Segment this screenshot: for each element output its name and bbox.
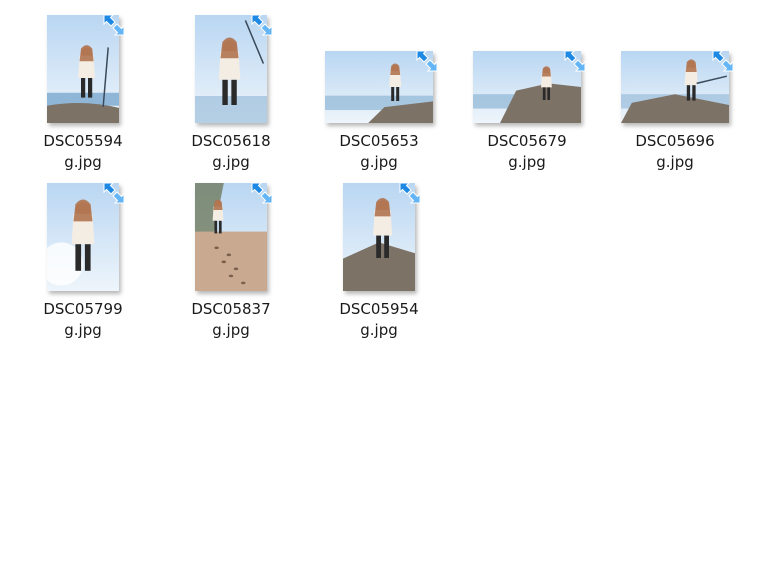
file-item[interactable]: DSC05679 g.jpg [462, 12, 592, 174]
thumbnail-area [314, 12, 444, 124]
thumbnail-area [462, 12, 592, 124]
file-item[interactable]: DSC05837 g.jpg [166, 180, 296, 342]
file-name-line: g.jpg [212, 321, 250, 339]
file-item[interactable]: DSC05799 g.jpg [18, 180, 148, 342]
thumbnail-area [18, 12, 148, 124]
thumbnail-area [166, 180, 296, 292]
file-name-line: DSC05679 [487, 132, 567, 150]
shortcut-arrow-icon [249, 180, 275, 206]
thumbnail-area [18, 180, 148, 292]
file-item[interactable]: DSC05653 g.jpg [314, 12, 444, 174]
shortcut-arrow-icon [710, 48, 736, 74]
file-item[interactable]: DSC05594 g.jpg [18, 12, 148, 174]
thumbnail-area [166, 12, 296, 124]
shortcut-arrow-icon [414, 48, 440, 74]
file-item[interactable]: DSC05954 g.jpg [314, 180, 444, 342]
file-name[interactable]: DSC05653 g.jpg [314, 131, 444, 173]
file-name[interactable]: DSC05799 g.jpg [18, 299, 148, 341]
file-name[interactable]: DSC05618 g.jpg [166, 131, 296, 173]
file-name-line: DSC05618 [191, 132, 271, 150]
file-name-line: DSC05696 [635, 132, 715, 150]
file-name-line: g.jpg [508, 153, 546, 171]
file-name-line: DSC05653 [339, 132, 419, 150]
file-name-line: DSC05954 [339, 300, 419, 318]
file-name-line: g.jpg [212, 153, 250, 171]
file-name[interactable]: DSC05954 g.jpg [314, 299, 444, 341]
file-name-line: g.jpg [64, 153, 102, 171]
thumbnail-area [610, 12, 740, 124]
file-name-line: DSC05837 [191, 300, 271, 318]
file-name-line: g.jpg [360, 153, 398, 171]
file-item[interactable]: DSC05618 g.jpg [166, 12, 296, 174]
shortcut-arrow-icon [562, 48, 588, 74]
shortcut-arrow-icon [101, 12, 127, 38]
file-name-line: DSC05594 [43, 132, 123, 150]
thumbnail-area [314, 180, 444, 292]
shortcut-arrow-icon [101, 180, 127, 206]
file-name[interactable]: DSC05837 g.jpg [166, 299, 296, 341]
file-name[interactable]: DSC05679 g.jpg [462, 131, 592, 173]
file-name-line: DSC05799 [43, 300, 123, 318]
shortcut-arrow-icon [397, 180, 423, 206]
file-name-line: g.jpg [656, 153, 694, 171]
shortcut-arrow-icon [249, 12, 275, 38]
file-item[interactable]: DSC05696 g.jpg [610, 12, 740, 174]
file-name[interactable]: DSC05696 g.jpg [610, 131, 740, 173]
file-name-line: g.jpg [64, 321, 102, 339]
file-name[interactable]: DSC05594 g.jpg [18, 131, 148, 173]
file-name-line: g.jpg [360, 321, 398, 339]
file-grid: DSC05594 g.jpg DSC05618 g.jpg DSC05653 g.jp… [0, 0, 761, 584]
